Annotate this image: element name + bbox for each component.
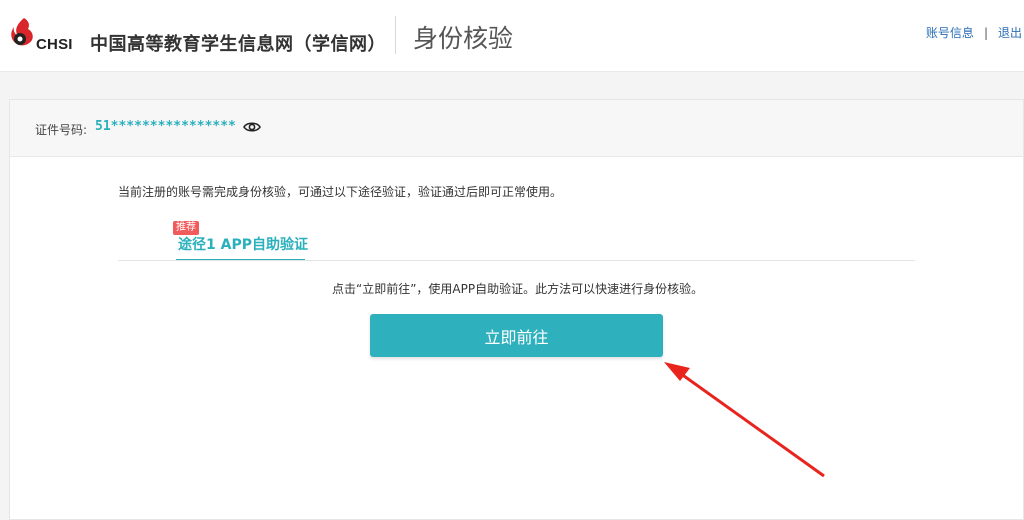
id-number-label: 证件号码: (35, 123, 88, 137)
logout-link[interactable]: 退出 (998, 24, 1022, 41)
notice-text: 当前注册的账号需完成身份核验，可通过以下途径验证，验证通过后即可正常使用。 (118, 185, 563, 199)
site-name: 中国高等教育学生信息网（学信网） (90, 34, 386, 55)
verification-panel: 证件号码: 51**************** 当前注册的账号需完成身份核验，… (9, 99, 1024, 520)
logo-text: CHSI (36, 36, 73, 53)
eye-icon[interactable] (243, 120, 261, 134)
link-separator: | (983, 25, 988, 40)
top-header: CHSI 中国高等教育学生信息网（学信网） 身份核验 账号信息 | 退出 (0, 0, 1024, 72)
header-links: 账号信息 | 退出 (926, 24, 1022, 41)
id-number-value: 51**************** (95, 119, 236, 134)
recommend-badge: 推荐 (173, 221, 199, 235)
account-info-link[interactable]: 账号信息 (926, 24, 974, 41)
chsi-flame-icon (11, 18, 33, 46)
page-title: 身份核验 (413, 24, 514, 53)
chsi-logo[interactable]: CHSI (8, 16, 80, 56)
header-divider (395, 16, 396, 54)
tab-baseline (118, 260, 915, 261)
instruction-text: 点击“立即前往”，使用APP自助验证。此方法可以快速进行身份核验。 (332, 282, 704, 296)
go-now-button[interactable]: 立即前往 (370, 314, 663, 357)
tab-app-self-verification[interactable]: 途径1 APP自助验证 (178, 234, 308, 254)
id-number-bar: 证件号码: 51**************** (10, 100, 1023, 157)
